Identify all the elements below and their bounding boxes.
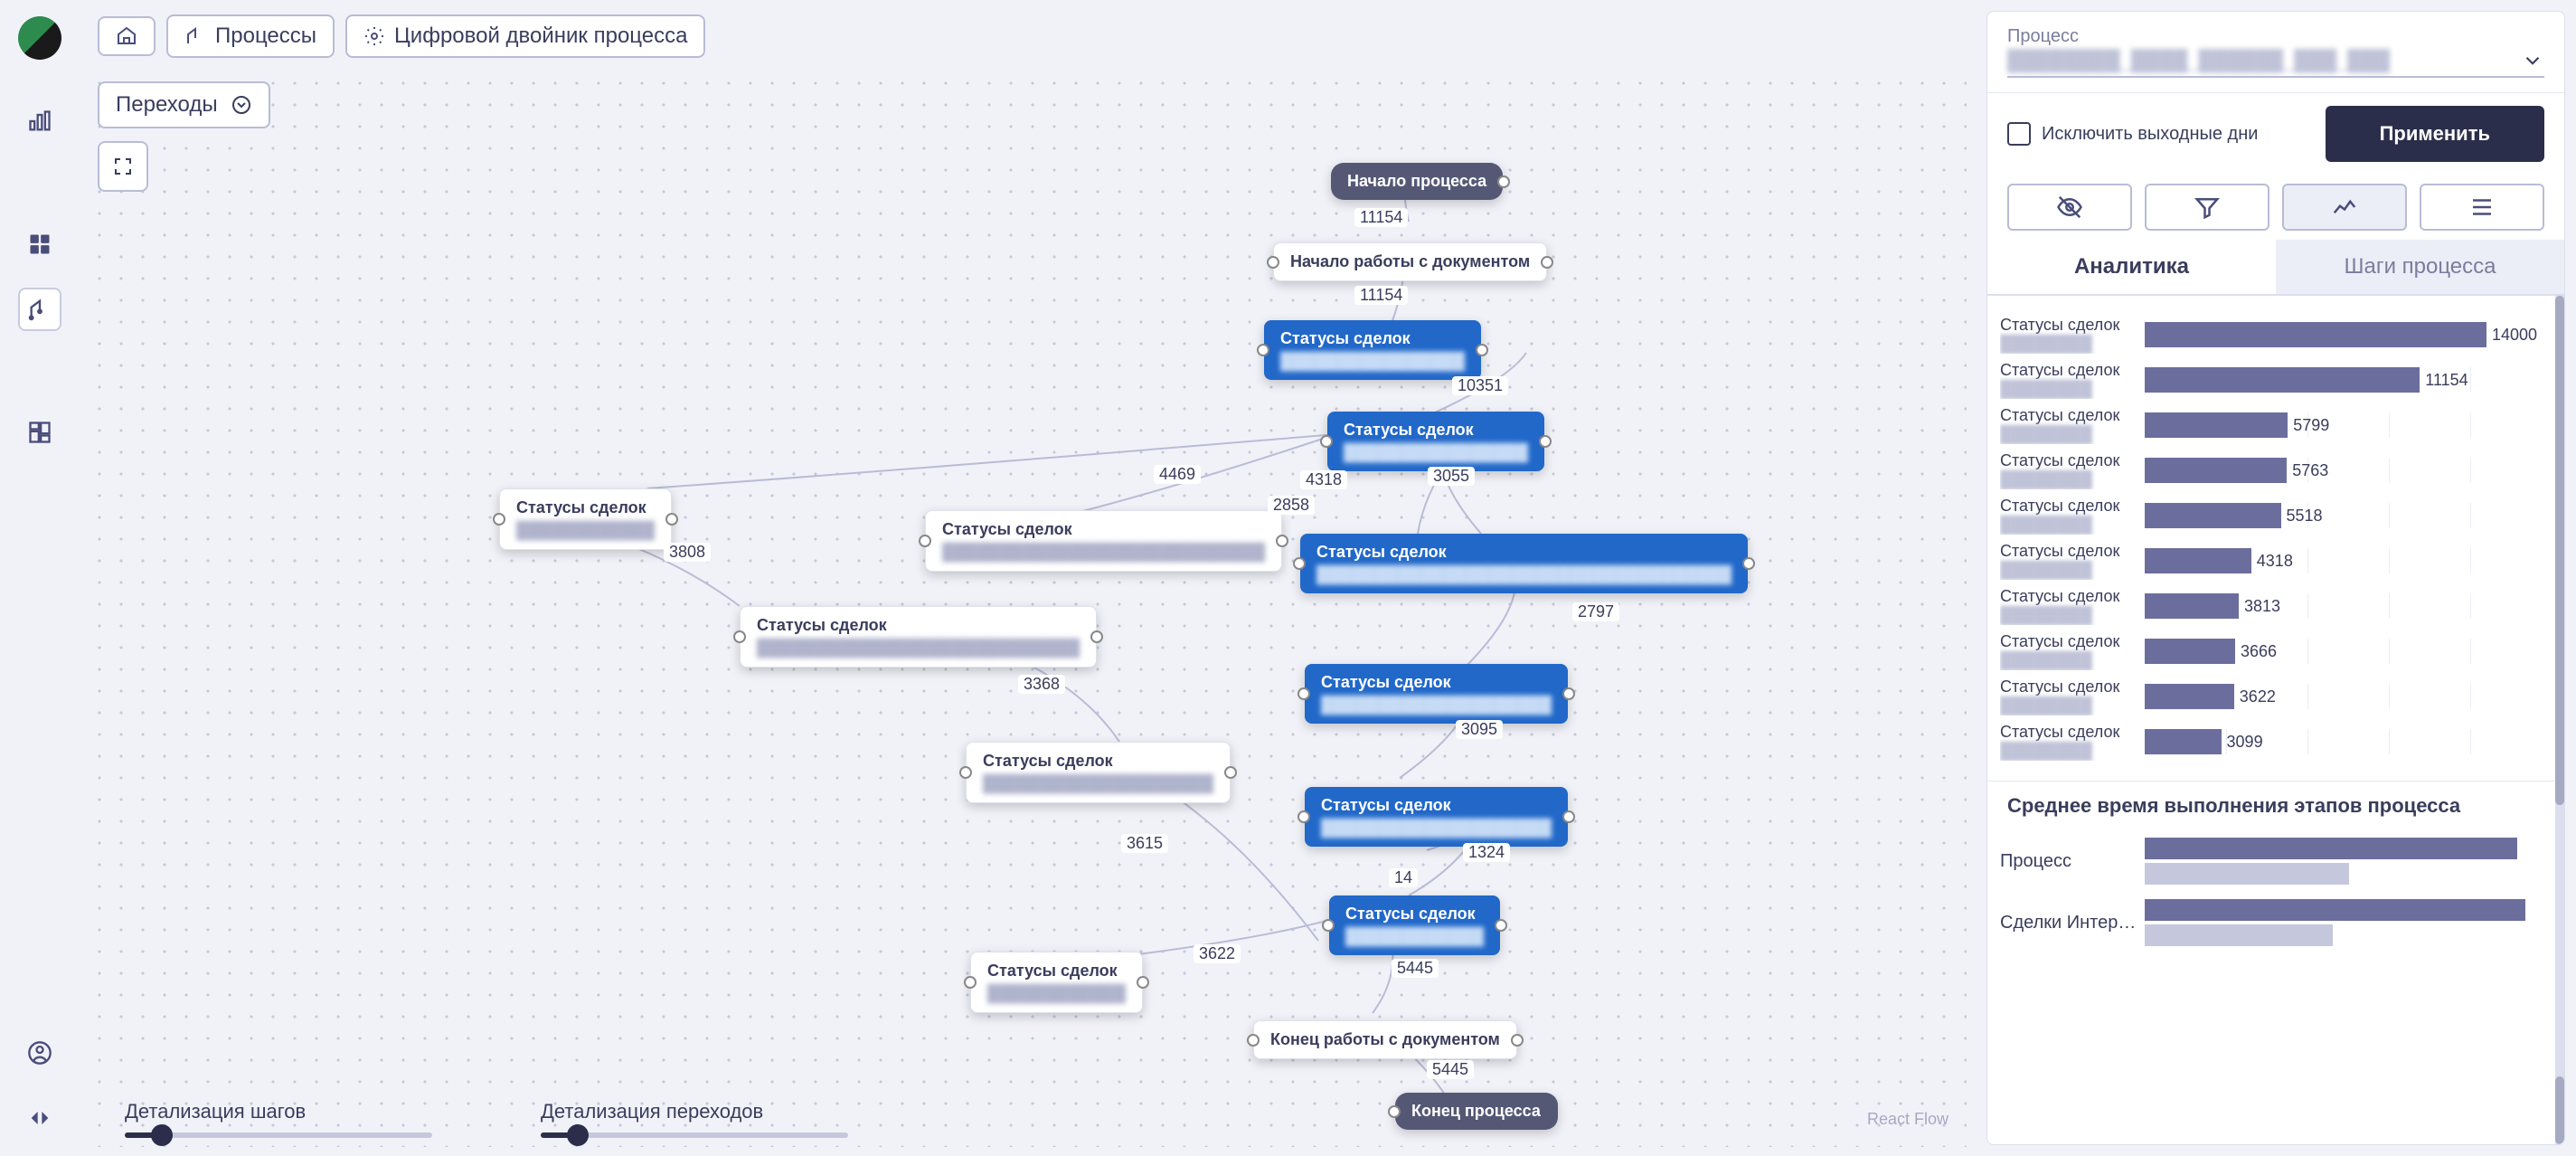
node-doc-start[interactable]: Начало работы с документом xyxy=(1273,242,1547,281)
bar-row: Статусы сделок████████11154 xyxy=(2000,357,2537,403)
node-process-start[interactable]: Начало процесса xyxy=(1331,163,1503,200)
bar-row: Статусы сделок████████3813 xyxy=(2000,583,2537,629)
transitions-detail-slider-label: Детализация переходов xyxy=(541,1100,848,1123)
breadcrumb-digital-twin-button[interactable]: Цифровой двойник процесса xyxy=(345,14,705,58)
edge-label: 3622 xyxy=(1194,944,1241,963)
transitions-label: Переходы xyxy=(116,92,218,118)
process-select[interactable]: ████████_████_██████_███_███ xyxy=(2007,49,2544,78)
exclude-weekends-checkbox[interactable]: Исключить выходные дни xyxy=(2007,122,2313,146)
app-logo-icon xyxy=(18,16,61,60)
right-analytics-panel: Процесс ████████_████_██████_███_███ Иск… xyxy=(1986,11,2565,1145)
steps-detail-slider[interactable] xyxy=(125,1132,432,1138)
node-deal-3w[interactable]: Статусы сделок █████████████████████████… xyxy=(925,510,1282,572)
edge-label: 3055 xyxy=(1428,467,1475,486)
node-deal-left-1[interactable]: Статусы сделок ████████████ xyxy=(499,488,672,550)
edge-label: 2797 xyxy=(1572,602,1619,621)
avg-time-chart-title: Среднее время выполнения этапов процесса xyxy=(1987,781,2564,830)
node-process-end[interactable]: Конец процесса xyxy=(1395,1093,1558,1130)
breadcrumb-home-button[interactable] xyxy=(98,16,156,56)
node-deal-left-2[interactable]: Статусы сделок █████████████████████████… xyxy=(740,606,1097,668)
edge-label: 5445 xyxy=(1392,959,1439,978)
stacked-row-label: Сделки Интерне... xyxy=(2000,913,2145,933)
edge-label: 1324 xyxy=(1463,843,1510,862)
bar-row: Статусы сделок████████4318 xyxy=(2000,538,2537,583)
breadcrumb-processes-button[interactable]: Процессы xyxy=(166,14,335,58)
node-deal-4-wide[interactable]: Статусы сделок █████████████████████████… xyxy=(1300,534,1748,593)
hide-button[interactable] xyxy=(2007,184,2132,231)
stacked-row-label: Процесс xyxy=(2000,851,2145,872)
node-deal-8[interactable]: Статусы сделок ████████████ xyxy=(1329,895,1500,955)
bar-row: Статусы сделок████████5518 xyxy=(2000,493,2537,538)
apply-button[interactable]: Применить xyxy=(2326,106,2544,162)
nav-process-icon[interactable] xyxy=(18,288,61,331)
nav-user-icon[interactable] xyxy=(18,1031,61,1075)
edge-label: 11154 xyxy=(1354,208,1408,227)
node-deal-5[interactable]: Статусы сделок ████████████████████ xyxy=(1305,664,1568,724)
filter-button[interactable] xyxy=(2145,184,2269,231)
breadcrumb: Процессы Цифровой двойник процесса xyxy=(80,0,1976,72)
flow-canvas[interactable]: Переходы xyxy=(89,72,1967,1147)
chart-button[interactable] xyxy=(2282,184,2407,231)
process-select-label: Процесс xyxy=(2007,26,2544,47)
process-select-value: ████████_████_██████_███_███ xyxy=(2007,49,2390,72)
edge-label: 4469 xyxy=(1154,465,1201,484)
steps-detail-slider-label: Детализация шагов xyxy=(125,1100,432,1123)
bar-row: Статусы сделок████████3099 xyxy=(2000,719,2537,764)
breadcrumb-digital-twin-label: Цифровой двойник процесса xyxy=(394,24,687,49)
edge-label: 11154 xyxy=(1354,286,1408,305)
node-deal-6w[interactable]: Статусы сделок ████████████████████ xyxy=(966,742,1231,803)
edge-label: 3615 xyxy=(1121,834,1168,853)
node-deal-2[interactable]: Статусы сделок ████████████████ xyxy=(1327,412,1544,471)
transitions-dropdown-button[interactable]: Переходы xyxy=(98,81,270,128)
avg-time-stacked-chart: Процесс Сделки Интерне... xyxy=(1987,830,2564,953)
tab-steps[interactable]: Шаги процесса xyxy=(2276,240,2564,294)
bar-row: Статусы сделок████████3666 xyxy=(2000,629,2537,674)
panel-scrollbar[interactable] xyxy=(2555,296,2564,1144)
edge-label: 10351 xyxy=(1452,376,1508,395)
nav-dashboard-icon[interactable] xyxy=(18,411,61,454)
bar-row: Статусы сделок████████5799 xyxy=(2000,403,2537,448)
node-doc-end[interactable]: Конец работы с документом xyxy=(1253,1020,1517,1059)
node-deal-9w[interactable]: Статусы сделок ████████████ xyxy=(970,952,1143,1013)
tab-analytics[interactable]: Аналитика xyxy=(1987,240,2276,294)
bar-row: Статусы сделок████████14000 xyxy=(2000,312,2537,357)
steps-bar-chart: Статусы сделок████████14000Статусы сдело… xyxy=(1987,296,2564,781)
edge-label: 3368 xyxy=(1018,675,1065,694)
node-deal-1[interactable]: Статусы сделок ████████████████ xyxy=(1264,320,1481,380)
exclude-weekends-label: Исключить выходные дни xyxy=(2042,123,2258,145)
edge-label: 14 xyxy=(1389,868,1418,887)
nav-tables-icon[interactable] xyxy=(18,223,61,266)
node-deal-7[interactable]: Статусы сделок ████████████████████ xyxy=(1305,787,1568,847)
nav-analytics-icon[interactable] xyxy=(18,99,61,143)
transitions-detail-slider[interactable] xyxy=(541,1132,848,1138)
list-button[interactable] xyxy=(2420,184,2544,231)
bar-row: Статусы сделок████████5763 xyxy=(2000,448,2537,493)
left-nav-rail xyxy=(0,0,80,1156)
react-flow-attribution: React Flow xyxy=(1867,1110,1949,1129)
edge-label: 4318 xyxy=(1300,470,1347,489)
edge-label: 3808 xyxy=(664,543,711,562)
edge-label: 3095 xyxy=(1456,720,1503,739)
bar-row: Статусы сделок████████3622 xyxy=(2000,674,2537,719)
edge-label: 5445 xyxy=(1427,1060,1474,1079)
detail-sliders: Детализация шагов Детализация переходов xyxy=(125,1100,848,1138)
breadcrumb-processes-label: Процессы xyxy=(215,24,316,49)
chevron-down-icon xyxy=(2521,49,2544,72)
nav-collapse-icon[interactable] xyxy=(18,1096,61,1140)
edge-label: 2858 xyxy=(1268,496,1315,515)
fullscreen-button[interactable] xyxy=(98,141,148,192)
